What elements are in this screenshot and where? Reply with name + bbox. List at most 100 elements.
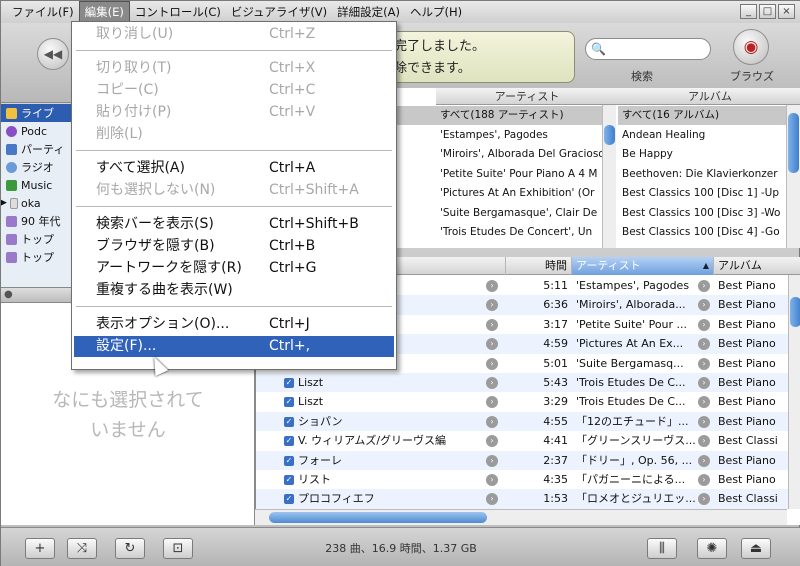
edit-menu-item[interactable]: 削除(L) [74, 124, 394, 145]
album-item-all[interactable]: すべて(16 アルバム) [618, 106, 786, 125]
goto-store-arrow-icon[interactable]: › [698, 396, 710, 409]
goto-store-arrow-icon[interactable]: › [698, 357, 710, 370]
visualizer-button[interactable]: ✺ [697, 538, 727, 559]
minimize-button[interactable]: _ [740, 4, 757, 19]
goto-store-arrow-icon[interactable]: › [486, 396, 498, 409]
menu-help[interactable]: ヘルプ(H) [405, 2, 467, 22]
artist-scroll-thumb[interactable] [604, 125, 615, 145]
goto-store-arrow-icon[interactable]: › [698, 435, 710, 448]
source-item-music-store[interactable]: Music [1, 176, 73, 194]
source-item-playlist-top1[interactable]: トップ [1, 230, 73, 248]
track-scrollbar[interactable] [788, 275, 800, 509]
goto-store-arrow-icon[interactable]: › [486, 299, 498, 312]
goto-store-arrow-icon[interactable]: › [486, 493, 498, 506]
artist-scrollbar[interactable] [602, 105, 616, 248]
column-header-album[interactable]: アルバム [714, 257, 800, 275]
album-item[interactable]: Best Classics 100 [Disc 4] -Go [618, 223, 786, 242]
goto-store-arrow-icon[interactable]: › [698, 474, 710, 486]
eject-button[interactable]: ⏏ [741, 538, 771, 559]
artist-item[interactable]: 'Petite Suite' Pour Piano A 4 M [436, 165, 602, 184]
edit-menu-item[interactable]: 重複する曲を表示(W) [74, 280, 394, 301]
menu-advanced[interactable]: 詳細設定(A) [332, 2, 405, 22]
edit-menu-item[interactable]: 何も選択しない(N) Ctrl+Shift+A [74, 180, 394, 201]
equalizer-button[interactable]: ⫼ [647, 538, 677, 559]
track-checkbox[interactable]: ✓ [284, 475, 294, 485]
edit-menu-item[interactable]: 設定(F)... Ctrl+, [74, 336, 394, 357]
artist-column-header[interactable]: アーティスト [436, 88, 618, 105]
goto-store-arrow-icon[interactable]: › [698, 299, 710, 312]
source-item-playlist-90s[interactable]: 90 年代 [1, 212, 73, 230]
edit-menu-item[interactable]: コピー(C) Ctrl+C [74, 80, 394, 101]
goto-store-arrow-icon[interactable]: › [698, 454, 710, 467]
goto-store-arrow-icon[interactable]: › [486, 454, 498, 467]
artist-item[interactable]: 'Suite Bergamasque', Clair De [436, 204, 602, 223]
source-item-radio[interactable]: ラジオ [1, 158, 73, 176]
track-checkbox[interactable]: ✓ [284, 455, 294, 466]
goto-store-arrow-icon[interactable]: › [486, 474, 498, 486]
artist-item[interactable]: 'Estampes', Pagodes [436, 126, 602, 145]
goto-store-arrow-icon[interactable]: › [698, 280, 710, 292]
show-artwork-button[interactable]: ⊡ [163, 538, 193, 559]
track-checkbox[interactable]: ✓ [284, 378, 294, 388]
edit-menu-item[interactable]: 切り取り(T) Ctrl+X [74, 58, 394, 79]
table-row[interactable]: ✓ プロコフィエフ › 1:53 「ロメオとジュリエッ... › Best Classi [256, 489, 788, 509]
track-checkbox[interactable]: ✓ [284, 436, 294, 447]
repeat-button[interactable]: ↻ [115, 538, 145, 559]
source-item-party[interactable]: パーティ [1, 140, 73, 158]
edit-menu-item[interactable]: 取り消し(U) Ctrl+Z [74, 24, 394, 45]
goto-store-arrow-icon[interactable]: › [698, 493, 710, 506]
artwork-toggle-icon[interactable]: ● [4, 289, 13, 300]
edit-menu-item[interactable]: 貼り付け(P) Ctrl+V [74, 102, 394, 123]
menu-controls[interactable]: コントロール(C) [130, 2, 226, 22]
artist-item-all[interactable]: すべて(188 アーティスト) [436, 106, 602, 125]
table-row[interactable]: ✓ フォーレ › 2:37 「ドリー」, Op. 56, ... › Best Piano [256, 450, 788, 470]
close-button[interactable]: × [778, 4, 795, 19]
table-row[interactable]: ✓ リスト › 4:35 「パガニーニによる... › Best Piano [256, 470, 788, 489]
disclosure-triangle-icon[interactable]: ▶ [1, 198, 7, 208]
track-scroll-thumb[interactable] [790, 297, 800, 327]
column-header-artist[interactable]: アーティスト ▲ [572, 257, 714, 275]
goto-store-arrow-icon[interactable]: › [486, 357, 498, 370]
edit-menu-item[interactable]: すべて選択(A) Ctrl+A [74, 158, 394, 179]
add-playlist-button[interactable]: + [25, 538, 55, 559]
edit-menu-item[interactable]: 検索バーを表示(S) Ctrl+Shift+B [74, 214, 394, 235]
shuffle-button[interactable]: ⤨ [67, 538, 97, 559]
goto-store-arrow-icon[interactable]: › [698, 338, 710, 351]
edit-menu-item[interactable]: 表示オプション(O)... Ctrl+J [74, 314, 394, 335]
goto-store-arrow-icon[interactable]: › [486, 415, 498, 428]
album-item[interactable]: Beethoven: Die Klavierkonzer [618, 165, 786, 184]
table-row[interactable]: ✓ ショパン › 4:55 「12のエチュード」... › Best Piano [256, 411, 788, 432]
maximize-button[interactable]: □ [759, 4, 776, 19]
column-header-time[interactable]: 時間 [506, 257, 572, 275]
menu-visualizer[interactable]: ビジュアライザ(V) [226, 2, 332, 22]
goto-store-arrow-icon[interactable]: › [486, 338, 498, 351]
album-item[interactable]: Best Classics 100 [Disc 3] -Wo [618, 204, 786, 223]
album-scroll-thumb[interactable] [788, 113, 799, 173]
track-hscrollbar[interactable] [255, 509, 787, 525]
table-row[interactable]: ✓ V. ウィリアムズ/グリーヴス編 › 4:41 「グリーンスリーヴス... › Best… [256, 431, 788, 450]
track-checkbox[interactable]: ✓ [284, 397, 294, 408]
table-row[interactable]: ✓ Liszt › 3:29 'Trois Etudes De C... › Best Pi… [256, 392, 788, 411]
edit-menu-item[interactable]: アートワークを隠す(R) Ctrl+G [74, 258, 394, 279]
edit-menu-item[interactable]: ブラウザを隠す(B) Ctrl+B [74, 236, 394, 257]
goto-store-arrow-icon[interactable]: › [486, 435, 498, 448]
artist-item[interactable]: 'Miroirs', Alborada Del Gracioso [436, 145, 602, 164]
goto-store-arrow-icon[interactable]: › [698, 377, 710, 389]
source-item-device[interactable]: ▶ oka [1, 194, 73, 212]
table-row[interactable]: ✓ Liszt › 5:43 'Trois Etudes De C... › Best Pi… [256, 373, 788, 393]
source-item-podcasts[interactable]: Podc [1, 122, 73, 140]
album-scrollbar[interactable] [786, 105, 800, 248]
artist-item[interactable]: 'Trois Etudes De Concert', Un [436, 223, 602, 242]
album-item[interactable]: Best Classics 100 [Disc 1] -Up [618, 184, 786, 203]
browse-button[interactable]: ◉ [733, 29, 769, 65]
goto-store-arrow-icon[interactable]: › [486, 377, 498, 389]
goto-store-arrow-icon[interactable]: › [486, 280, 498, 292]
track-checkbox[interactable]: ✓ [284, 494, 294, 505]
artist-item[interactable]: 'Pictures At An Exhibition' (Or [436, 184, 602, 203]
menu-edit[interactable]: 編集(E) [78, 1, 130, 23]
album-item[interactable]: Be Happy [618, 145, 786, 164]
menu-file[interactable]: ファイル(F) [7, 2, 79, 22]
goto-store-arrow-icon[interactable]: › [698, 415, 710, 428]
track-checkbox[interactable]: ✓ [284, 416, 294, 427]
goto-store-arrow-icon[interactable]: › [698, 318, 710, 331]
